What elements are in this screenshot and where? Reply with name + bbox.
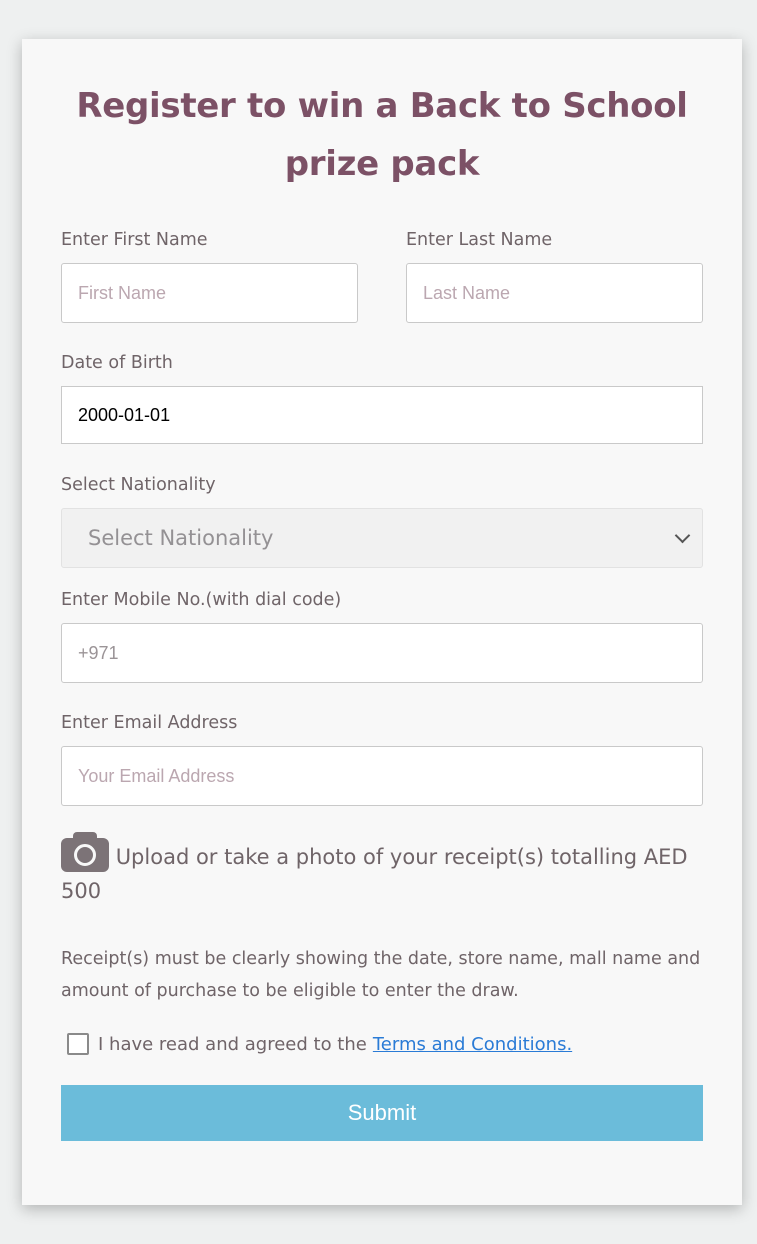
page-title: Register to win a Back to School prize p…: [76, 86, 688, 184]
receipt-upload[interactable]: Upload or take a photo of your receipt(s…: [61, 832, 703, 908]
name-row: Enter First Name Enter Last Name: [61, 229, 703, 323]
submit-button[interactable]: Submit: [61, 1085, 703, 1141]
upload-text: Upload or take a photo of your receipt(s…: [61, 845, 688, 903]
last-name-input[interactable]: [406, 263, 703, 323]
dob-input[interactable]: [61, 386, 703, 444]
mobile-group: Enter Mobile No.(with dial code): [61, 589, 703, 683]
receipt-note: Receipt(s) must be clearly showing the d…: [61, 949, 701, 1001]
nationality-select[interactable]: Select Nationality: [61, 508, 703, 568]
chevron-down-icon: [674, 527, 691, 543]
email-group: Enter Email Address: [61, 712, 703, 806]
terms-checkbox[interactable]: [67, 1033, 89, 1055]
registration-card: Register to win a Back to School prize p…: [22, 39, 742, 1205]
first-name-input[interactable]: [61, 263, 358, 323]
mobile-input[interactable]: [61, 623, 703, 683]
first-name-group: Enter First Name: [61, 229, 358, 323]
mobile-label: Enter Mobile No.(with dial code): [61, 590, 342, 610]
email-label: Enter Email Address: [61, 713, 238, 733]
terms-agreement: I have read and agreed to the Terms and …: [67, 1033, 572, 1055]
last-name-group: Enter Last Name: [406, 229, 703, 323]
dob-label: Date of Birth: [61, 353, 173, 373]
agree-text: I have read and agreed to the: [98, 1033, 367, 1055]
nationality-selected-value: Select Nationality: [88, 526, 274, 550]
nationality-group: Select Nationality Select Nationality: [61, 474, 703, 568]
dob-group: Date of Birth: [61, 352, 703, 444]
last-name-label: Enter Last Name: [406, 230, 553, 250]
nationality-label: Select Nationality: [61, 475, 216, 495]
first-name-label: Enter First Name: [61, 230, 208, 250]
terms-link[interactable]: Terms and Conditions.: [373, 1034, 572, 1055]
camera-icon[interactable]: [61, 832, 109, 872]
email-input[interactable]: [61, 746, 703, 806]
